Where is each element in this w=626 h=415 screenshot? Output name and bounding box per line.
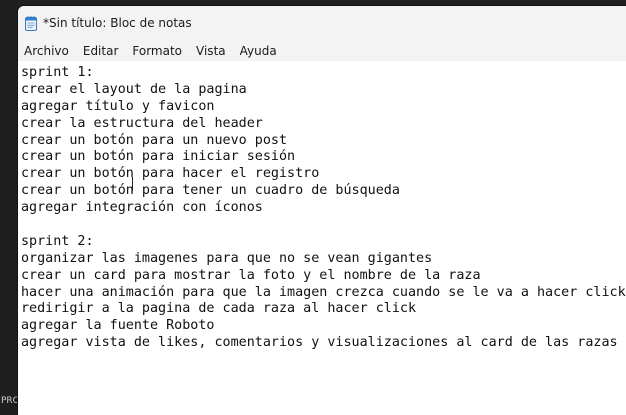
text-line: agregar título y favicon bbox=[21, 98, 215, 114]
text-line: hacer una animación para que la imagen c… bbox=[21, 284, 626, 300]
text-line bbox=[21, 217, 626, 234]
text-line: sprint 1: bbox=[21, 65, 94, 80]
text-line: redirigir a la pagina de cada raza al ha… bbox=[21, 301, 417, 317]
text-line: crear un botón para un nuevo post bbox=[21, 132, 288, 148]
notepad-window: *Sin título: Bloc de notas Archivo Edita… bbox=[18, 6, 626, 415]
window-title: *Sin título: Bloc de notas bbox=[43, 16, 192, 30]
text-line: agregar vista de likes, comentarios y vi… bbox=[21, 335, 618, 351]
text-line: crear un botón para iniciar sesión bbox=[21, 149, 296, 165]
text-line: organizar las imagenes para que no se ve… bbox=[21, 250, 433, 266]
menu-editar[interactable]: Editar bbox=[83, 42, 126, 60]
notepad-icon bbox=[25, 15, 37, 31]
text-line: crear la estructura del header bbox=[21, 115, 263, 131]
text-editor[interactable]: sprint 1: crear el layout de la pagina a… bbox=[18, 61, 626, 415]
menu-archivo[interactable]: Archivo bbox=[24, 42, 76, 60]
menu-ayuda[interactable]: Ayuda bbox=[240, 42, 284, 60]
text-line: agregar integración con íconos bbox=[21, 200, 263, 216]
text-line: crear un card para mostrar la foto y el … bbox=[21, 267, 481, 283]
menu-formato[interactable]: Formato bbox=[132, 42, 189, 60]
text-line: crear un botón para hacer el registro bbox=[21, 166, 320, 182]
text-cursor bbox=[132, 177, 133, 191]
text-line: sprint 2: bbox=[21, 233, 94, 249]
text-line: crear el layout de la pagina bbox=[21, 81, 247, 97]
menu-vista[interactable]: Vista bbox=[196, 42, 233, 60]
desktop-background: PRO bbox=[0, 0, 18, 415]
text-line: crear un botón para tener un cuadro de b… bbox=[21, 183, 400, 199]
title-bar[interactable]: *Sin título: Bloc de notas bbox=[18, 6, 626, 40]
text-line: agregar la fuente Roboto bbox=[21, 318, 215, 334]
menu-bar: Archivo Editar Formato Vista Ayuda bbox=[18, 40, 626, 61]
desktop-partial-text: PRO bbox=[1, 396, 17, 406]
